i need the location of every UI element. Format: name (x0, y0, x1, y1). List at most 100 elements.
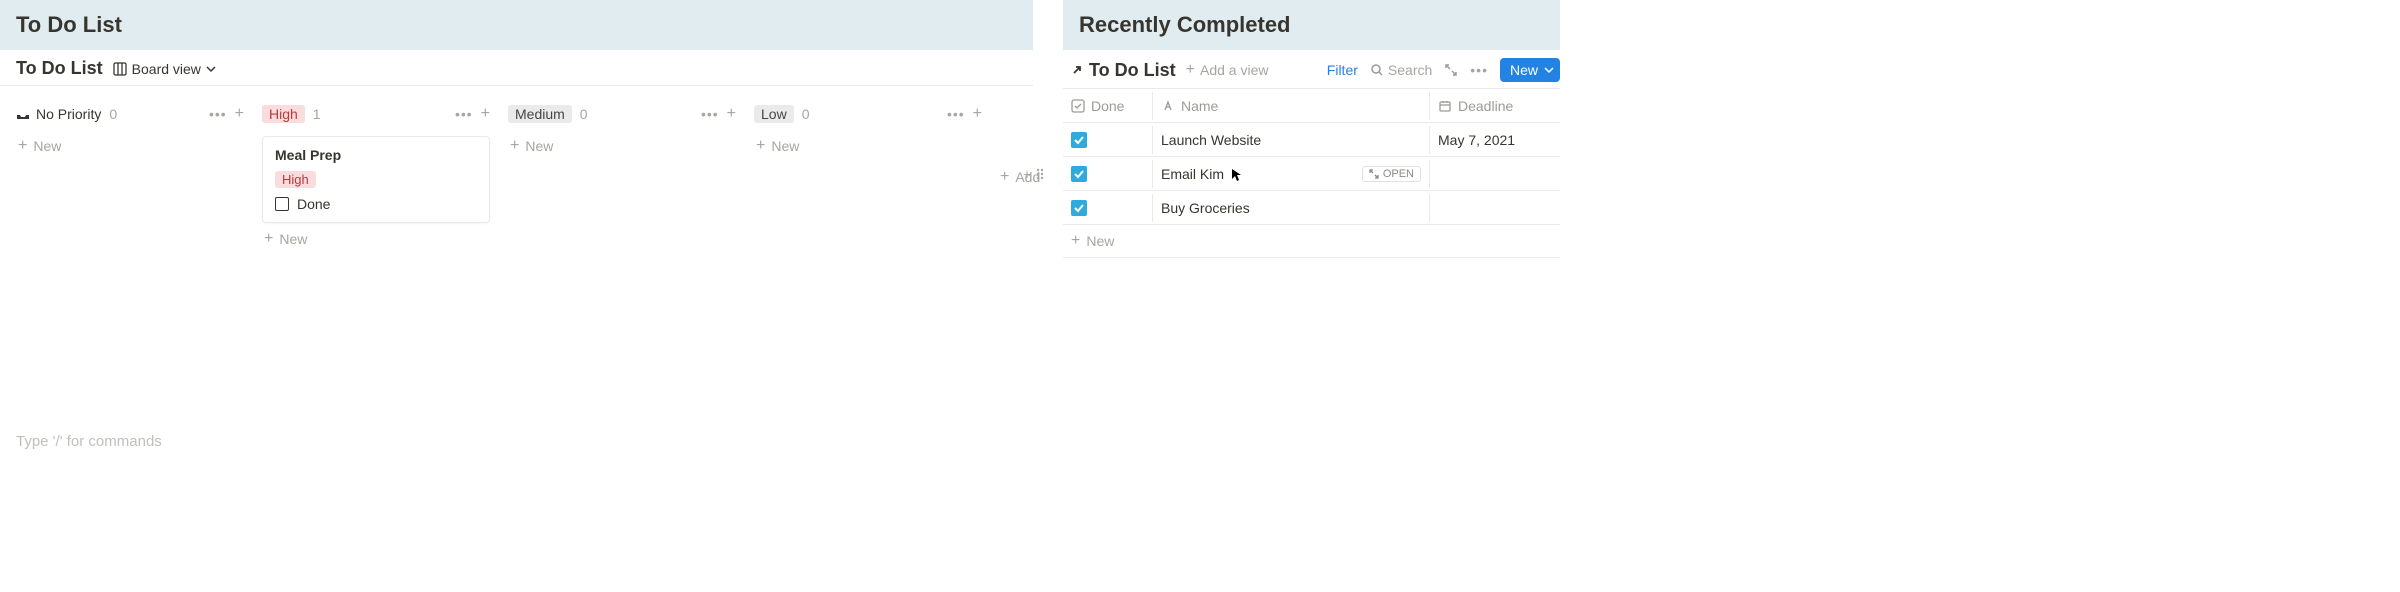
new-card-button[interactable]: + New (754, 130, 982, 162)
cell-deadline[interactable]: May 7, 2021 (1430, 126, 1560, 154)
row-hover-actions: + (1023, 166, 1045, 182)
card-meal-prep[interactable]: Meal Prep High Done (262, 136, 490, 223)
new-label: New (279, 231, 307, 247)
open-button[interactable]: OPEN (1362, 166, 1421, 182)
db-title-right: To Do List (1089, 60, 1176, 81)
table: Done Name Deadline (1063, 88, 1560, 258)
cell-deadline[interactable] (1430, 202, 1560, 214)
new-card-button[interactable]: + New (508, 130, 736, 162)
cell-name[interactable]: Email Kim OPEN (1153, 160, 1430, 188)
board-col-low: Low 0 ••• + + New (754, 98, 982, 255)
tray-icon (16, 107, 30, 121)
table-row[interactable]: Launch Website May 7, 2021 (1063, 123, 1560, 157)
card-tag-high: High (275, 171, 316, 188)
col-header-done-label: Done (1091, 98, 1124, 114)
plus-icon: + (264, 231, 273, 247)
board-col-header: Medium 0 ••• + (508, 98, 736, 130)
expand-icon[interactable] (1444, 63, 1458, 77)
board: No Priority 0 ••• + + New High 1 ••• + (0, 86, 1033, 267)
section-header-right: Recently Completed (1063, 0, 1560, 50)
col-count: 0 (580, 106, 588, 122)
new-label: New (771, 138, 799, 154)
plus-icon: + (510, 138, 519, 154)
board-icon (113, 62, 127, 76)
board-col-medium: Medium 0 ••• + + New (508, 98, 736, 255)
search-label: Search (1388, 62, 1432, 78)
col-actions: ••• + (209, 106, 244, 122)
text-col-icon (1161, 99, 1175, 113)
slash-command-placeholder[interactable]: Type '/' for commands (0, 417, 1033, 466)
board-col-header: Low 0 ••• + (754, 98, 982, 130)
col-tag-high: High (262, 105, 305, 123)
checkbox-unchecked[interactable] (275, 197, 289, 211)
arrow-upright-icon (1071, 64, 1083, 76)
more-icon[interactable]: ••• (701, 106, 719, 122)
section-title-left: To Do List (16, 12, 122, 37)
new-button-label: New (1510, 62, 1538, 78)
add-view-label: Add a view (1200, 62, 1268, 78)
add-card-button[interactable]: + (973, 106, 982, 122)
cursor-icon (1231, 168, 1243, 182)
board-col-header: No Priority 0 ••• + (16, 98, 244, 130)
new-card-button[interactable]: + New (16, 130, 244, 162)
view-label: Board view (132, 61, 201, 77)
filter-button[interactable]: Filter (1327, 62, 1358, 78)
col-header-deadline[interactable]: Deadline (1430, 92, 1560, 120)
checkbox-checked[interactable] (1071, 132, 1087, 148)
add-card-button[interactable]: + (727, 106, 736, 122)
add-card-button[interactable]: + (481, 106, 490, 122)
plus-icon: + (1186, 62, 1195, 78)
col-header-done[interactable]: Done (1063, 92, 1153, 120)
cell-name[interactable]: Buy Groceries (1153, 194, 1430, 222)
chevron-down-icon (1544, 65, 1554, 75)
expand-icon (1369, 169, 1379, 179)
cell-deadline[interactable] (1430, 168, 1560, 180)
new-label: New (33, 138, 61, 154)
table-row[interactable]: Buy Groceries (1063, 191, 1560, 225)
col-header-name[interactable]: Name (1153, 92, 1430, 120)
plus-icon: + (1000, 169, 1009, 185)
checkbox-checked[interactable] (1071, 166, 1087, 182)
db-header-row: To Do List Board view (0, 50, 1033, 86)
checkbox-col-icon (1071, 99, 1085, 113)
more-icon[interactable]: ••• (947, 106, 965, 122)
cell-done[interactable] (1063, 194, 1153, 222)
search-button[interactable]: Search (1370, 62, 1432, 78)
board-col-header: High 1 ••• + (262, 98, 490, 130)
db-title-right-wrap[interactable]: To Do List (1071, 60, 1176, 81)
drag-handle-icon[interactable] (1035, 166, 1045, 182)
new-card-button[interactable]: + New (262, 223, 490, 255)
row-name: Launch Website (1161, 132, 1261, 148)
cell-name[interactable]: Launch Website (1153, 126, 1430, 154)
search-icon (1370, 63, 1384, 77)
more-icon[interactable]: ••• (1470, 62, 1488, 78)
new-row-button[interactable]: + New (1063, 225, 1560, 258)
plus-icon: + (756, 138, 765, 154)
col-actions: ••• + (701, 106, 736, 122)
col-tag-no-priority: No Priority (16, 106, 101, 122)
card-done-label: Done (297, 196, 330, 212)
col-tag-medium: Medium (508, 105, 572, 123)
checkbox-checked[interactable] (1071, 200, 1087, 216)
more-icon[interactable]: ••• (455, 106, 473, 122)
board-col-high: High 1 ••• + Meal Prep High Done + New (262, 98, 490, 255)
cell-done[interactable] (1063, 160, 1153, 188)
new-row-label: New (1086, 233, 1114, 249)
right-toolbar: Filter Search ••• New (1327, 58, 1560, 82)
card-title: Meal Prep (275, 147, 477, 163)
board-view-selector[interactable]: Board view (113, 61, 216, 77)
add-row-icon[interactable]: + (1023, 166, 1031, 182)
right-panel: Recently Completed To Do List + Add a vi… (1063, 0, 1560, 466)
right-db-header: To Do List + Add a view Filter Search ••… (1063, 50, 1560, 88)
add-view-button[interactable]: + Add a view (1186, 62, 1269, 78)
open-label: OPEN (1383, 168, 1414, 180)
row-name: Buy Groceries (1161, 200, 1250, 216)
new-button[interactable]: New (1500, 58, 1560, 82)
table-row[interactable]: + Email Kim OPEN (1063, 157, 1560, 191)
add-card-button[interactable]: + (235, 106, 244, 122)
more-icon[interactable]: ••• (209, 106, 227, 122)
col-name: No Priority (36, 106, 101, 122)
cell-done[interactable] (1063, 126, 1153, 154)
section-header-left: To Do List (0, 0, 1033, 50)
section-title-right: Recently Completed (1079, 12, 1291, 37)
